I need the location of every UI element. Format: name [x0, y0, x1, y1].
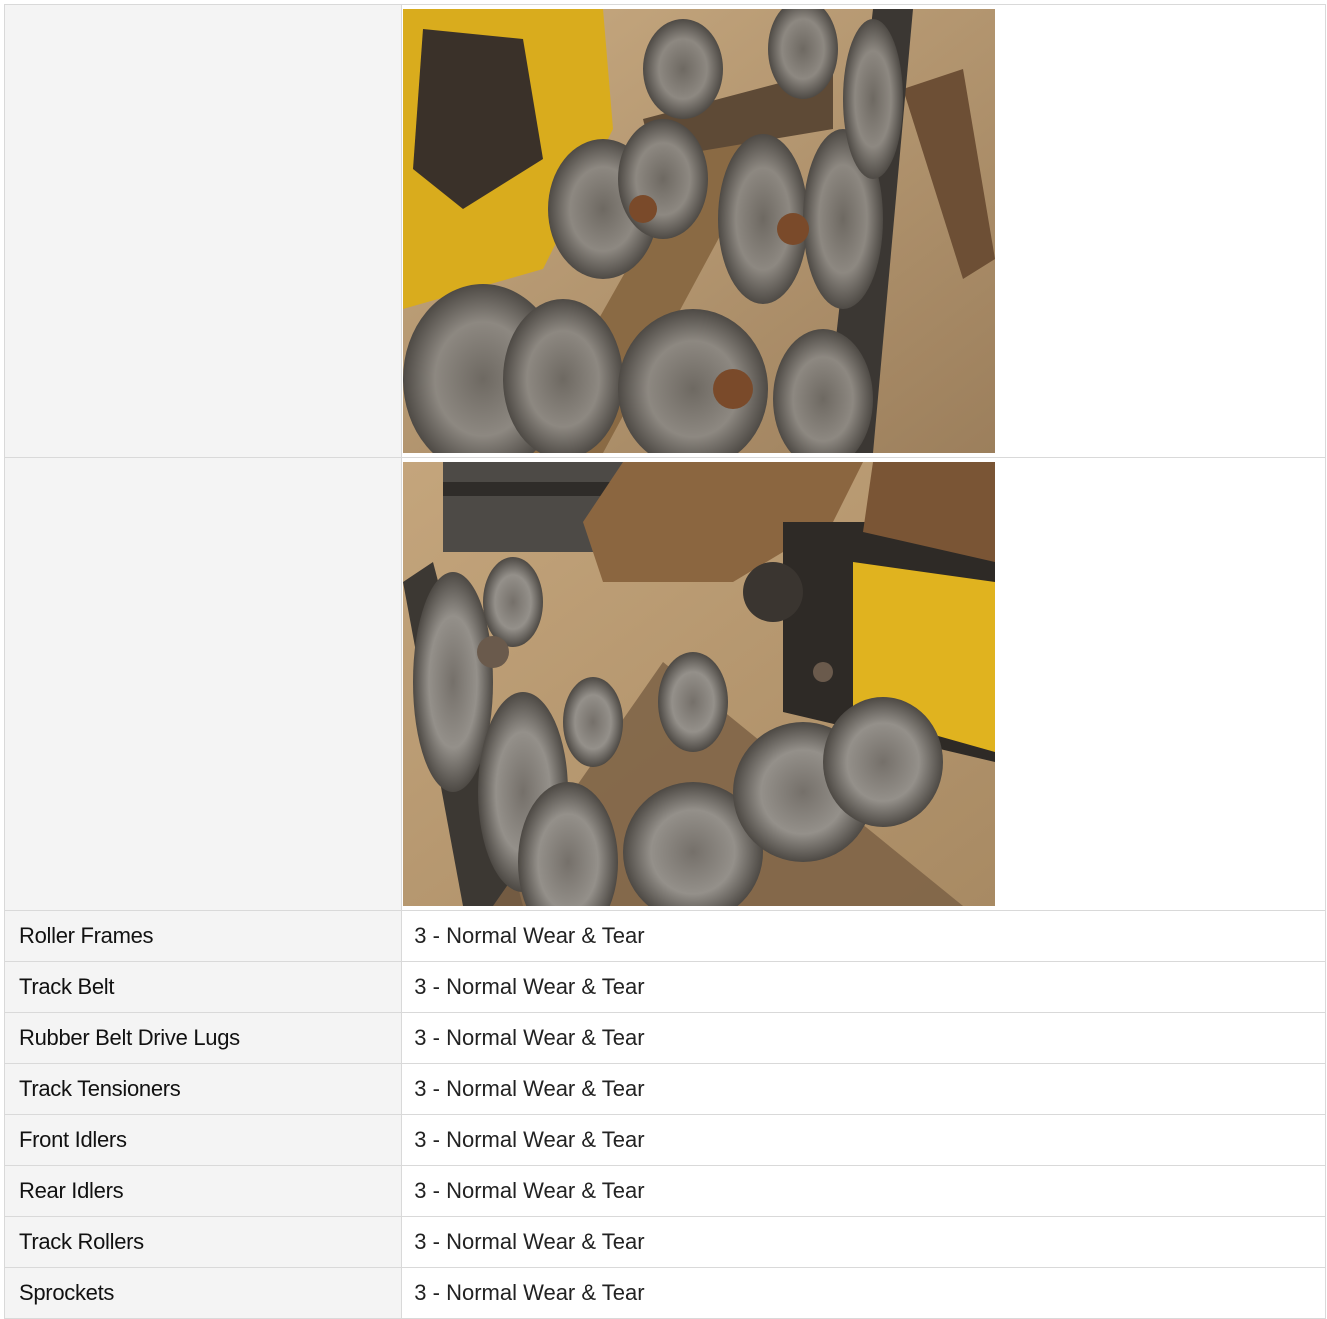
photo-row	[3, 4, 1326, 458]
photo-cell	[401, 457, 1326, 911]
row-value: 3 - Normal Wear & Tear	[401, 961, 1326, 1013]
table-row: Roller Frames 3 - Normal Wear & Tear	[3, 910, 1326, 962]
undercarriage-photo-icon	[403, 462, 996, 906]
row-label: Track Rollers	[3, 1216, 403, 1268]
table-row: Track Rollers 3 - Normal Wear & Tear	[3, 1216, 1326, 1268]
row-value: 3 - Normal Wear & Tear	[401, 1114, 1326, 1166]
undercarriage-photo-1[interactable]	[403, 9, 996, 453]
row-label: Roller Frames	[3, 910, 403, 962]
row-label: Front Idlers	[3, 1114, 403, 1166]
undercarriage-photo-icon	[403, 9, 996, 453]
undercarriage-photo-2[interactable]	[403, 462, 996, 906]
row-value: 3 - Normal Wear & Tear	[401, 1165, 1326, 1217]
row-label: Track Belt	[3, 961, 403, 1013]
photo-label-cell	[3, 4, 403, 458]
row-value: 3 - Normal Wear & Tear	[401, 1063, 1326, 1115]
row-value: 3 - Normal Wear & Tear	[401, 910, 1326, 962]
row-label: Track Tensioners	[3, 1063, 403, 1115]
table-row: Front Idlers 3 - Normal Wear & Tear	[3, 1114, 1326, 1166]
photo-row	[3, 457, 1326, 911]
photo-cell	[401, 4, 1326, 458]
row-label: Rubber Belt Drive Lugs	[3, 1012, 403, 1064]
row-label: Rear Idlers	[3, 1165, 403, 1217]
row-value: 3 - Normal Wear & Tear	[401, 1216, 1326, 1268]
photo-label-cell	[3, 457, 403, 911]
table-row: Track Tensioners 3 - Normal Wear & Tear	[3, 1063, 1326, 1115]
table-row: Rear Idlers 3 - Normal Wear & Tear	[3, 1165, 1326, 1217]
inspection-table: Roller Frames 3 - Normal Wear & Tear Tra…	[3, 4, 1326, 1319]
table-row: Track Belt 3 - Normal Wear & Tear	[3, 961, 1326, 1013]
row-value: 3 - Normal Wear & Tear	[401, 1012, 1326, 1064]
table-row: Rubber Belt Drive Lugs 3 - Normal Wear &…	[3, 1012, 1326, 1064]
